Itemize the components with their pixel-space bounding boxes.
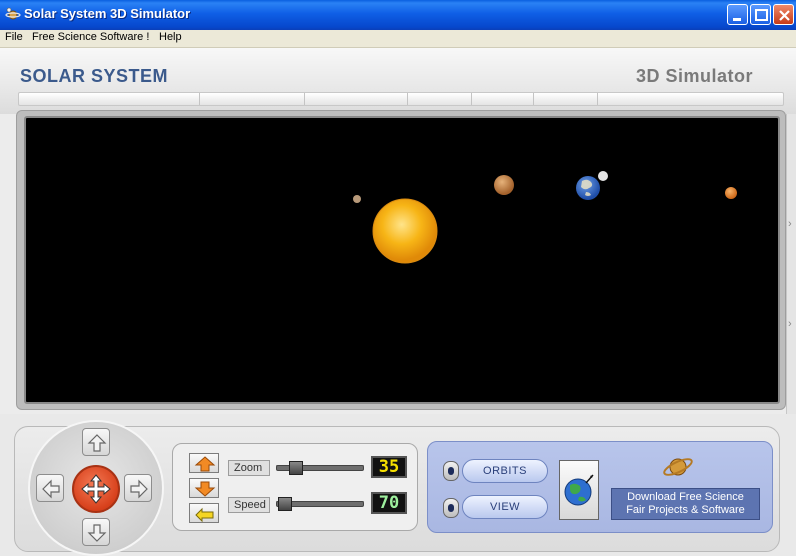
download-promo-link[interactable]: Download Free Science Fair Projects & So… bbox=[611, 488, 760, 520]
promo-line-2: Fair Projects & Software bbox=[626, 504, 745, 516]
collapse-arrow-icon[interactable]: › bbox=[788, 318, 792, 330]
minimize-button[interactable] bbox=[727, 4, 748, 25]
side-collapse-strip[interactable]: › › bbox=[786, 114, 796, 414]
nav-up-button[interactable] bbox=[82, 428, 110, 456]
simulation-viewport[interactable] bbox=[24, 116, 780, 404]
moon[interactable] bbox=[598, 171, 608, 181]
sun-planet[interactable] bbox=[372, 198, 438, 264]
menu-help[interactable]: Help bbox=[159, 31, 182, 43]
tab-separator bbox=[304, 93, 305, 105]
globe-button[interactable] bbox=[559, 460, 599, 520]
view-toggle[interactable] bbox=[443, 498, 459, 518]
nav-left-button[interactable] bbox=[36, 474, 64, 502]
zoom-label: Zoom bbox=[228, 460, 270, 476]
brand-subtitle: 3D Simulator bbox=[636, 66, 754, 86]
arrow-down-icon bbox=[87, 524, 107, 542]
orange-up-arrow-icon bbox=[194, 456, 216, 472]
arrow-left-icon bbox=[42, 479, 60, 499]
promo-line-1: Download Free Science bbox=[627, 491, 744, 503]
tab-separator bbox=[407, 93, 408, 105]
brand-title: SOLAR SYSTEM bbox=[20, 66, 169, 86]
zoom-slider-thumb[interactable] bbox=[289, 461, 303, 475]
nav-right-button[interactable] bbox=[124, 474, 152, 502]
reset-view-button[interactable] bbox=[189, 503, 219, 523]
mars-planet[interactable] bbox=[494, 175, 514, 195]
app-window: Solar System 3D Simulator File Free Scie… bbox=[0, 0, 796, 556]
mercury-planet[interactable] bbox=[353, 195, 361, 203]
window-title: Solar System 3D Simulator bbox=[24, 6, 191, 21]
close-button[interactable] bbox=[773, 4, 794, 25]
menu-file[interactable]: File bbox=[5, 31, 23, 43]
tab-separator bbox=[471, 93, 472, 105]
tab-separator bbox=[597, 93, 598, 105]
zoom-value-display: 35 bbox=[371, 456, 407, 478]
solar-system-scene bbox=[353, 171, 737, 264]
nav-down-button[interactable] bbox=[82, 518, 110, 546]
venus-planet[interactable] bbox=[725, 187, 737, 199]
zoom-in-button[interactable] bbox=[189, 453, 219, 473]
view-button[interactable]: VIEW bbox=[462, 495, 548, 519]
close-icon bbox=[779, 10, 790, 21]
app-header: SOLAR SYSTEM 3D Simulator bbox=[0, 48, 796, 114]
speed-value-display: 70 bbox=[371, 492, 407, 514]
menu-bar: File Free Science Software ! Help bbox=[0, 30, 796, 48]
title-bar[interactable]: Solar System 3D Simulator bbox=[0, 0, 796, 30]
orbits-toggle[interactable] bbox=[443, 461, 459, 481]
globe-icon bbox=[564, 474, 594, 506]
move-icon bbox=[81, 474, 111, 504]
arrow-right-icon bbox=[130, 479, 148, 499]
satellite-icon bbox=[5, 7, 21, 20]
arrow-up-icon bbox=[87, 434, 107, 452]
zoom-out-button[interactable] bbox=[189, 478, 219, 498]
yellow-return-arrow-icon bbox=[195, 507, 214, 523]
maximize-icon bbox=[755, 9, 768, 21]
speed-label: Speed bbox=[228, 497, 270, 513]
orbits-button[interactable]: ORBITS bbox=[462, 459, 548, 483]
maximize-button[interactable] bbox=[750, 4, 771, 25]
speed-slider-thumb[interactable] bbox=[278, 497, 292, 511]
collapse-arrow-icon[interactable]: › bbox=[788, 218, 792, 230]
tab-strip bbox=[18, 92, 784, 106]
orange-down-arrow-icon bbox=[194, 481, 216, 497]
tab-separator bbox=[533, 93, 534, 105]
menu-free-science-software[interactable]: Free Science Software ! bbox=[32, 31, 149, 43]
nav-center-button[interactable] bbox=[72, 465, 120, 513]
saturn-icon bbox=[663, 458, 693, 476]
minimize-icon bbox=[733, 18, 741, 21]
tab-separator bbox=[199, 93, 200, 105]
